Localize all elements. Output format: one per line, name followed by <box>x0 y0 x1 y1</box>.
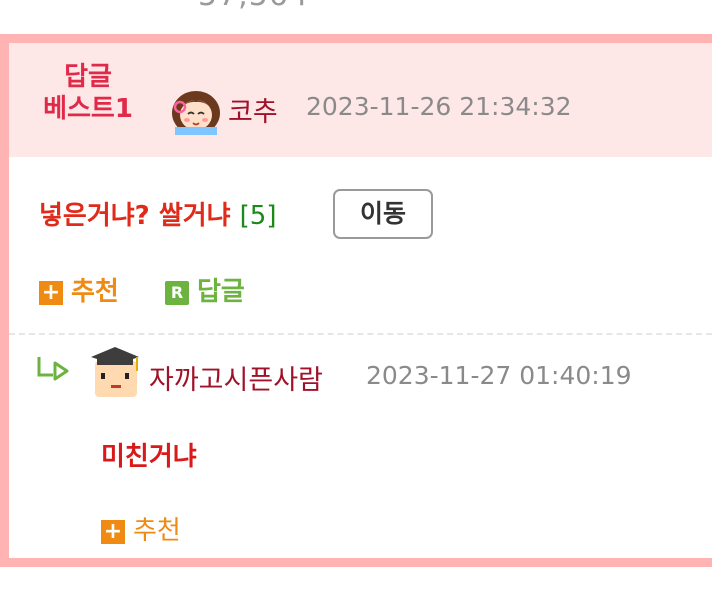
plus-icon: + <box>39 280 63 305</box>
plus-icon: + <box>101 519 125 544</box>
previous-item-strip: 57,564 <box>0 0 712 34</box>
reply-arrow-icon <box>37 357 69 381</box>
reply-recommend-button[interactable]: + 추천 <box>101 510 181 547</box>
reply-label: 답글 <box>197 277 245 307</box>
reply-r-icon: R <box>165 280 189 305</box>
timestamp: 2023-11-26 21:34:32 <box>306 92 572 121</box>
graduate-avatar-icon[interactable] <box>87 343 143 399</box>
best-reply-box: 답글 베스트1 코추 2023-11-26 21:34:32 넣은거냐? 쌀거냐… <box>0 34 712 567</box>
reply-button[interactable]: R 답글 <box>165 271 245 308</box>
comment-text: 넣은거냐? 쌀거냐 <box>39 201 231 231</box>
cut-off-number: 57,564 <box>198 0 309 13</box>
recommend-button[interactable]: + 추천 <box>39 271 119 308</box>
dashed-divider <box>9 333 712 335</box>
author-name[interactable]: 코추 <box>228 90 278 129</box>
best-badge: 답글 베스트1 <box>33 61 143 125</box>
reply-recommend-label: 추천 <box>133 516 181 546</box>
best-reply-header: 답글 베스트1 코추 2023-11-26 21:34:32 <box>9 43 712 157</box>
reply-count: [5] <box>239 201 277 231</box>
badge-line1: 답글 <box>64 62 112 92</box>
comment-title: 넣은거냐? 쌀거냐 [5] <box>39 195 276 232</box>
reply-author-name[interactable]: 자까고시픈사람 <box>149 358 323 397</box>
move-button[interactable]: 이동 <box>333 189 433 239</box>
reply-timestamp: 2023-11-27 01:40:19 <box>366 361 632 390</box>
badge-line2: 베스트1 <box>43 94 133 124</box>
girl-avatar-icon[interactable] <box>169 83 223 135</box>
recommend-label: 추천 <box>71 277 119 307</box>
reply-comment-text: 미친거냐 <box>101 442 197 472</box>
